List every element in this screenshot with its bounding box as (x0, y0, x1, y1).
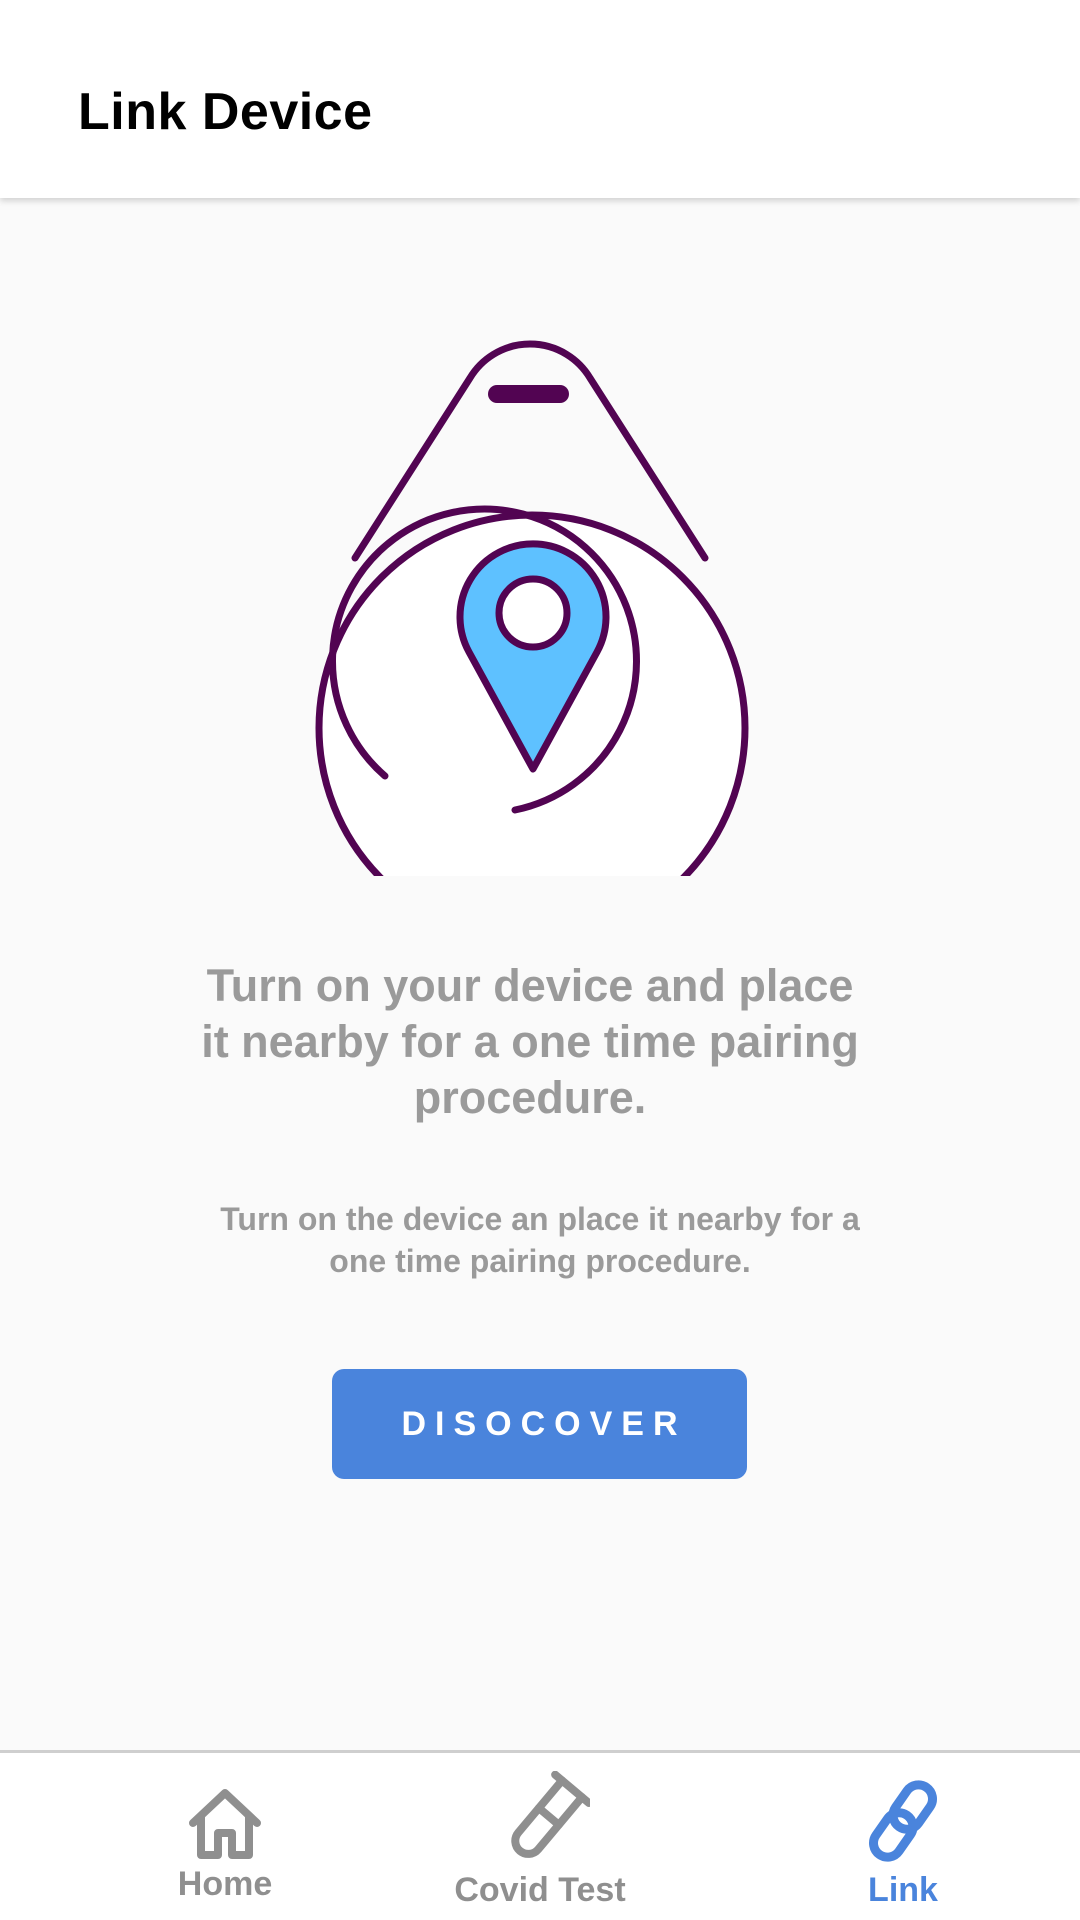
nav-item-covid-test[interactable]: Covid Test (410, 1753, 670, 1920)
nav-label-link: Link (868, 1871, 938, 1909)
nav-label-covid-test: Covid Test (454, 1871, 626, 1909)
location-tracker-tag-icon (315, 340, 749, 876)
discover-button[interactable]: DISOCOVER (332, 1369, 747, 1479)
pairing-subtext: Turn on the device an place it nearby fo… (220, 1201, 860, 1279)
page-title: Link Device (78, 83, 373, 141)
test-tube-icon (511, 1771, 590, 1858)
pairing-headline: Turn on your device and place it nearby … (201, 960, 859, 1123)
nav-item-home[interactable]: Home (95, 1753, 355, 1920)
bottom-navigation: Home Covid Test Link (0, 1750, 1080, 1920)
nav-item-link[interactable]: Link (773, 1753, 1033, 1920)
link-icon (869, 1780, 937, 1862)
app-bar: Link Device (0, 0, 1080, 198)
nav-label-home: Home (177, 1865, 273, 1903)
home-icon (189, 1789, 261, 1859)
main-content: Turn on your device and place it nearby … (0, 198, 1080, 1750)
